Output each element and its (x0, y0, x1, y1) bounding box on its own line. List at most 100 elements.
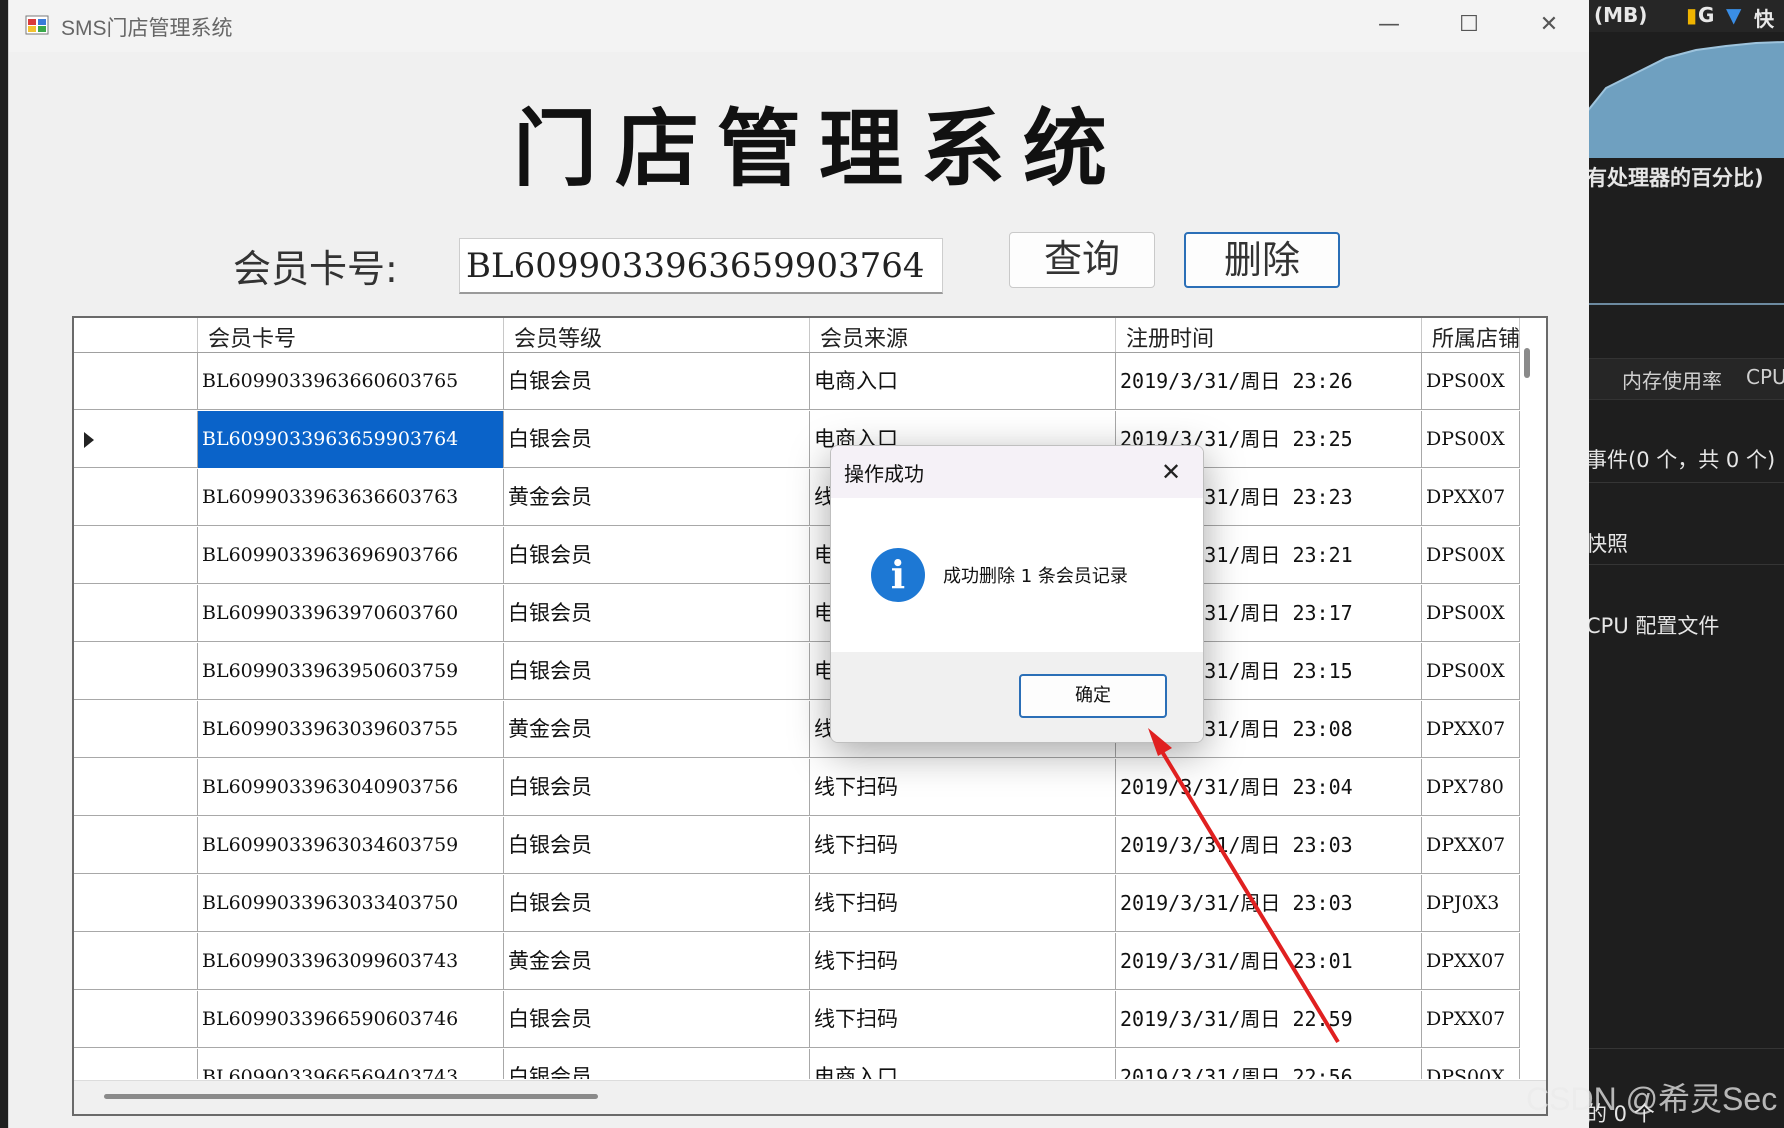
cell-store[interactable]: DPS00X (1422, 353, 1520, 410)
cell-card[interactable]: BL6099033963696903766 (198, 527, 504, 584)
vertical-scrollbar[interactable] (1524, 348, 1530, 378)
table-row[interactable]: BL6099033963696903766白银会员电商入口2019/3/31/周… (74, 527, 1520, 584)
cell-source[interactable]: 线下扫码 (810, 759, 1116, 816)
column-header-card[interactable]: 会员卡号 (198, 318, 504, 352)
cell-level[interactable]: 黄金会员 (504, 469, 810, 526)
table-row[interactable]: BL6099033963970603760白银会员电商入口2019/3/31/周… (74, 585, 1520, 642)
cell-level[interactable]: 白银会员 (504, 875, 810, 932)
cell-card[interactable]: BL6099033966590603746 (198, 991, 504, 1048)
row-header[interactable] (74, 875, 198, 932)
cell-card[interactable]: BL6099033963636603763 (198, 469, 504, 526)
table-row[interactable]: BL6099033963660603765 白银会员 电商入口 2019/3/31/周… (74, 353, 1520, 410)
table-row[interactable]: BL6099033963033403750 白银会员 线下扫码 2019/3/31/周… (74, 875, 1520, 932)
cell-register-time[interactable]: 2019/3/31/周日 23:03 (1116, 875, 1422, 932)
horizontal-scrollbar-track[interactable] (74, 1080, 1546, 1114)
cell-source[interactable]: 线下扫码 (810, 933, 1116, 990)
query-button[interactable]: 查询 (1009, 232, 1155, 288)
cell-source[interactable]: 电商入口 (810, 353, 1116, 410)
cell-register-time[interactable]: 2019/3/31/周日 23:03 (1116, 817, 1422, 874)
row-header[interactable] (74, 933, 198, 990)
row-header[interactable] (74, 527, 198, 584)
dialog-close-button[interactable]: ✕ (1149, 452, 1193, 492)
table-row[interactable]: BL6099033963659903764 白银会员 电商入口 2019/3/31/周… (74, 411, 1520, 468)
minimize-button[interactable]: — (1349, 0, 1429, 52)
cpu-profile-item[interactable]: CPU 配置文件 (1586, 610, 1719, 640)
table-row[interactable]: BL6099033963950603759白银会员电商入口2019/3/31/周… (74, 643, 1520, 700)
row-header[interactable] (74, 643, 198, 700)
horizontal-scrollbar-thumb[interactable] (104, 1094, 598, 1099)
column-header-register-time[interactable]: 注册时间 (1116, 318, 1422, 352)
table-row[interactable]: BL6099033966569403743 白银会员 电商入口 2019/3/31/周… (74, 1049, 1520, 1079)
cell-card[interactable]: BL6099033963659903764 (198, 411, 504, 468)
table-row[interactable]: BL6099033963099603743 黄金会员 线下扫码 2019/3/31/周… (74, 933, 1520, 990)
member-table[interactable]: 会员卡号 会员等级 会员来源 注册时间 所属店铺 BL6099033963660… (72, 316, 1548, 1116)
cell-store[interactable]: DPXX07 (1422, 991, 1520, 1048)
table-row[interactable]: BL6099033963039603755黄金会员线下扫码2019/3/31/周… (74, 701, 1520, 758)
tab-memory-usage[interactable]: 内存使用率 (1622, 365, 1722, 394)
cell-register-time[interactable]: 2019/3/31/周日 23:01 (1116, 933, 1422, 990)
row-header[interactable] (74, 585, 198, 642)
dialog-ok-button[interactable]: 确定 (1019, 674, 1167, 718)
cell-register-time[interactable]: 2019/3/31/周日 23:04 (1116, 759, 1422, 816)
row-header[interactable] (74, 817, 198, 874)
table-row[interactable]: BL6099033966590603746 白银会员 线下扫码 2019/3/31/周… (74, 991, 1520, 1048)
row-header[interactable] (74, 1049, 198, 1079)
cell-level[interactable]: 白银会员 (504, 527, 810, 584)
cell-store[interactable]: DPXX07 (1422, 701, 1520, 758)
cell-card[interactable]: BL6099033963099603743 (198, 933, 504, 990)
cell-store[interactable]: DPS00X (1422, 1049, 1520, 1079)
cell-source[interactable]: 线下扫码 (810, 875, 1116, 932)
cell-store[interactable]: DPX780 (1422, 759, 1520, 816)
row-header[interactable] (74, 411, 198, 468)
cell-source[interactable]: 线下扫码 (810, 817, 1116, 874)
column-header-level[interactable]: 会员等级 (504, 318, 810, 352)
member-card-input[interactable] (459, 238, 943, 294)
row-header[interactable] (74, 701, 198, 758)
table-row[interactable]: BL6099033963040903756 白银会员 线下扫码 2019/3/31/周… (74, 759, 1520, 816)
delete-button[interactable]: 删除 (1184, 232, 1340, 288)
cell-card[interactable]: BL6099033963950603759 (198, 643, 504, 700)
cell-register-time[interactable]: 2019/3/31/周日 23:26 (1116, 353, 1422, 410)
cell-level[interactable]: 白银会员 (504, 585, 810, 642)
cell-store[interactable]: DPS00X (1422, 585, 1520, 642)
cell-source[interactable]: 电商入口 (810, 1049, 1116, 1079)
cell-level[interactable]: 白银会员 (504, 353, 810, 410)
cell-store[interactable]: DPS00X (1422, 643, 1520, 700)
snapshot-item[interactable]: 快照 (1586, 528, 1628, 558)
cell-register-time[interactable]: 2019/3/31/周日 22:59 (1116, 991, 1422, 1048)
row-header[interactable] (74, 353, 198, 410)
cell-store[interactable]: DPXX07 (1422, 817, 1520, 874)
cell-level[interactable]: 黄金会员 (504, 701, 810, 758)
table-row[interactable]: BL6099033963636603763黄金会员线下扫码2019/3/31/周… (74, 469, 1520, 526)
cell-card[interactable]: BL6099033963660603765 (198, 353, 504, 410)
close-button[interactable]: ✕ (1509, 0, 1589, 52)
table-row[interactable]: BL6099033963034603759 白银会员 线下扫码 2019/3/31/周… (74, 817, 1520, 874)
cell-level[interactable]: 白银会员 (504, 991, 810, 1048)
cell-store[interactable]: DPS00X (1422, 527, 1520, 584)
cell-level[interactable]: 白银会员 (504, 817, 810, 874)
cell-store[interactable]: DPXX07 (1422, 933, 1520, 990)
cell-store[interactable]: DPJ0X3 (1422, 875, 1520, 932)
cell-source[interactable]: 线下扫码 (810, 991, 1116, 1048)
cell-card[interactable]: BL6099033963970603760 (198, 585, 504, 642)
cell-level[interactable]: 白银会员 (504, 1049, 810, 1079)
cell-register-time[interactable]: 2019/3/31/周日 22:56 (1116, 1049, 1422, 1079)
column-header-source[interactable]: 会员来源 (810, 318, 1116, 352)
cell-store[interactable]: DPXX07 (1422, 469, 1520, 526)
cell-card[interactable]: BL6099033963034603759 (198, 817, 504, 874)
row-header[interactable] (74, 469, 198, 526)
maximize-button[interactable]: ☐ (1429, 0, 1509, 52)
row-header[interactable] (74, 991, 198, 1048)
cell-card[interactable]: BL6099033963033403750 (198, 875, 504, 932)
window-titlebar[interactable]: SMS门店管理系统 — ☐ ✕ (9, 0, 1589, 52)
column-header-store[interactable]: 所属店铺 (1422, 318, 1520, 352)
cell-card[interactable]: BL6099033963039603755 (198, 701, 504, 758)
cell-level[interactable]: 白银会员 (504, 411, 810, 468)
row-header[interactable] (74, 759, 198, 816)
cell-level[interactable]: 白银会员 (504, 759, 810, 816)
cell-level[interactable]: 黄金会员 (504, 933, 810, 990)
cell-store[interactable]: DPS00X (1422, 411, 1520, 468)
cell-card[interactable]: BL6099033966569403743 (198, 1049, 504, 1079)
tab-cpu[interactable]: CPU (1746, 365, 1784, 389)
cell-card[interactable]: BL6099033963040903756 (198, 759, 504, 816)
